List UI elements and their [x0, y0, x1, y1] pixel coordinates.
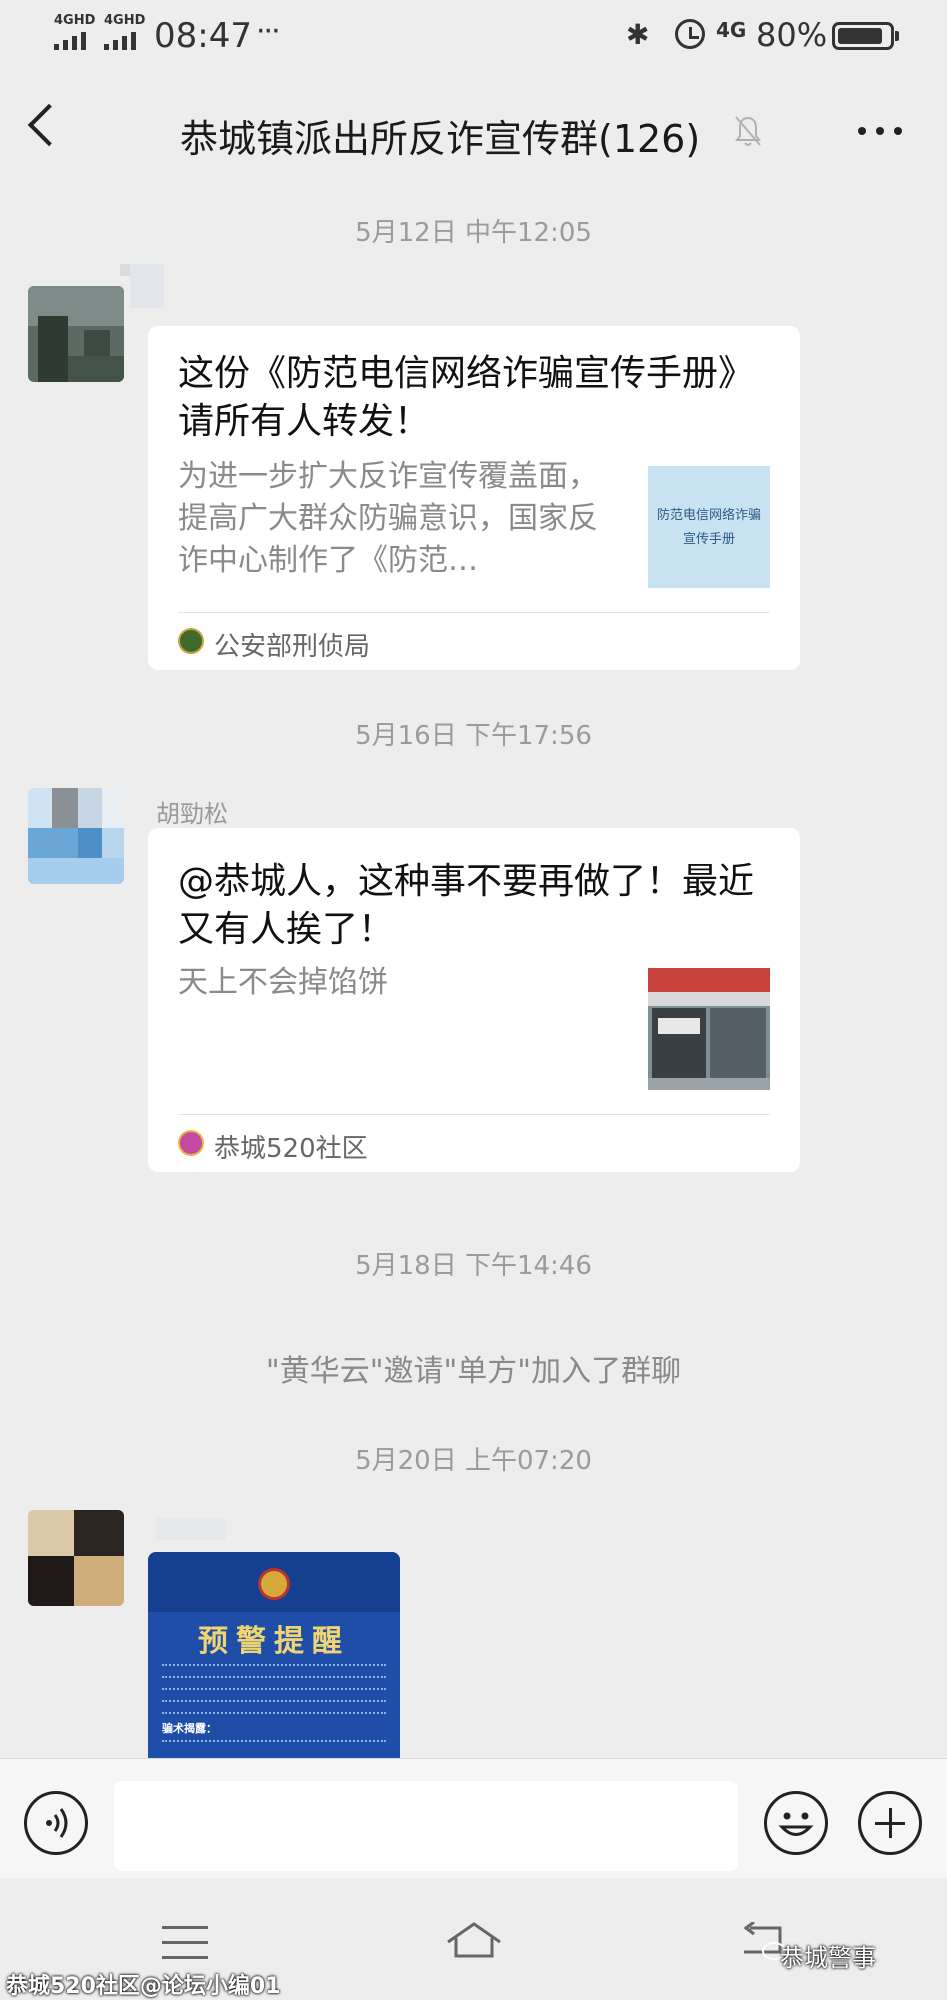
- thumbnail-text: 防范电信网络诈骗宣传手册: [656, 508, 761, 547]
- timestamp: 5月16日 下午17:56: [355, 721, 592, 751]
- card-title: 这份《防范电信网络诈骗宣传手册》请所有人转发！: [178, 353, 755, 442]
- card-description: 为进一步扩大反诈宣传覆盖面，提高广大群众防骗意识，国家反诈中心制作了《防范…: [178, 459, 598, 578]
- timestamp: 5月20日 上午07:20: [355, 1446, 592, 1476]
- chat-title: 恭城镇派出所反诈宣传群(126): [180, 117, 701, 161]
- mute-bell-icon: [735, 116, 761, 146]
- card-title: @恭城人，这种事不要再做了！最近又有人挨了！: [178, 861, 755, 950]
- status-bar: 4GHD 4GHD 08:47 ··· ✱ 4G 80%: [0, 0, 947, 72]
- battery-icon: [832, 22, 899, 50]
- more-notifications-icon: ···: [256, 14, 281, 49]
- network-type-2: 4GHD: [104, 13, 146, 28]
- watermark-left: 恭城520社区@论坛小编01: [6, 1974, 281, 1999]
- avatar[interactable]: [28, 1510, 124, 1606]
- timestamp: 5月12日 中午12:05: [355, 218, 592, 248]
- home-icon[interactable]: [444, 1920, 504, 1960]
- community-logo-icon: [178, 1130, 204, 1156]
- link-card[interactable]: 这份《防范电信网络诈骗宣传手册》请所有人转发！ 为进一步扩大反诈宣传覆盖面，提高…: [148, 326, 800, 670]
- divider: [178, 1114, 770, 1115]
- blurred-sender-name: [130, 264, 164, 308]
- link-card[interactable]: @恭城人，这种事不要再做了！最近又有人挨了！ 天上不会掉馅饼 恭城520社区: [148, 828, 800, 1172]
- avatar[interactable]: [28, 286, 124, 382]
- image-title: 预警提醒: [198, 1624, 350, 1659]
- message-input[interactable]: [114, 1781, 738, 1871]
- system-message: "黄华云"邀请"单方"加入了群聊: [265, 1354, 682, 1389]
- card-source: 公安部刑侦局: [214, 632, 371, 662]
- network-type-3: 4G: [716, 18, 747, 42]
- avatar[interactable]: [28, 788, 124, 884]
- signal-icon: [104, 30, 144, 50]
- sender-name: 胡勁松: [156, 800, 228, 828]
- menu-icon[interactable]: [162, 1926, 208, 1960]
- back-icon[interactable]: [27, 103, 71, 147]
- image-subtitle: 骗术揭露：: [162, 1722, 217, 1735]
- divider: [178, 612, 770, 613]
- card-thumbnail: 防范电信网络诈骗宣传手册: [648, 466, 770, 588]
- timestamp: 5月18日 下午14:46: [355, 1251, 592, 1281]
- watermark-right: 恭城警事: [780, 1944, 876, 1972]
- bluetooth-icon: ✱: [626, 18, 650, 51]
- card-thumbnail: [648, 968, 770, 1090]
- voice-input-icon[interactable]: [24, 1791, 88, 1855]
- signal-icon: [54, 30, 94, 50]
- image-message[interactable]: 预警提醒 骗术揭露：: [148, 1552, 400, 1758]
- more-functions-icon[interactable]: [858, 1791, 922, 1855]
- input-bar: [0, 1758, 947, 1878]
- clock: 08:47: [154, 16, 252, 56]
- card-source: 恭城520社区: [214, 1134, 368, 1164]
- emoji-icon[interactable]: [764, 1791, 828, 1855]
- police-emblem-icon: [258, 1568, 290, 1600]
- chat-header: 恭城镇派出所反诈宣传群(126): [0, 72, 947, 190]
- battery-percent: 80%: [756, 16, 828, 54]
- card-description: 天上不会掉馅饼: [178, 965, 388, 1000]
- more-options-icon[interactable]: [858, 127, 902, 137]
- network-type-1: 4GHD: [54, 13, 96, 28]
- blurred-sender-name: [156, 1518, 226, 1540]
- police-badge-icon: [178, 628, 204, 654]
- alarm-icon: [675, 19, 705, 49]
